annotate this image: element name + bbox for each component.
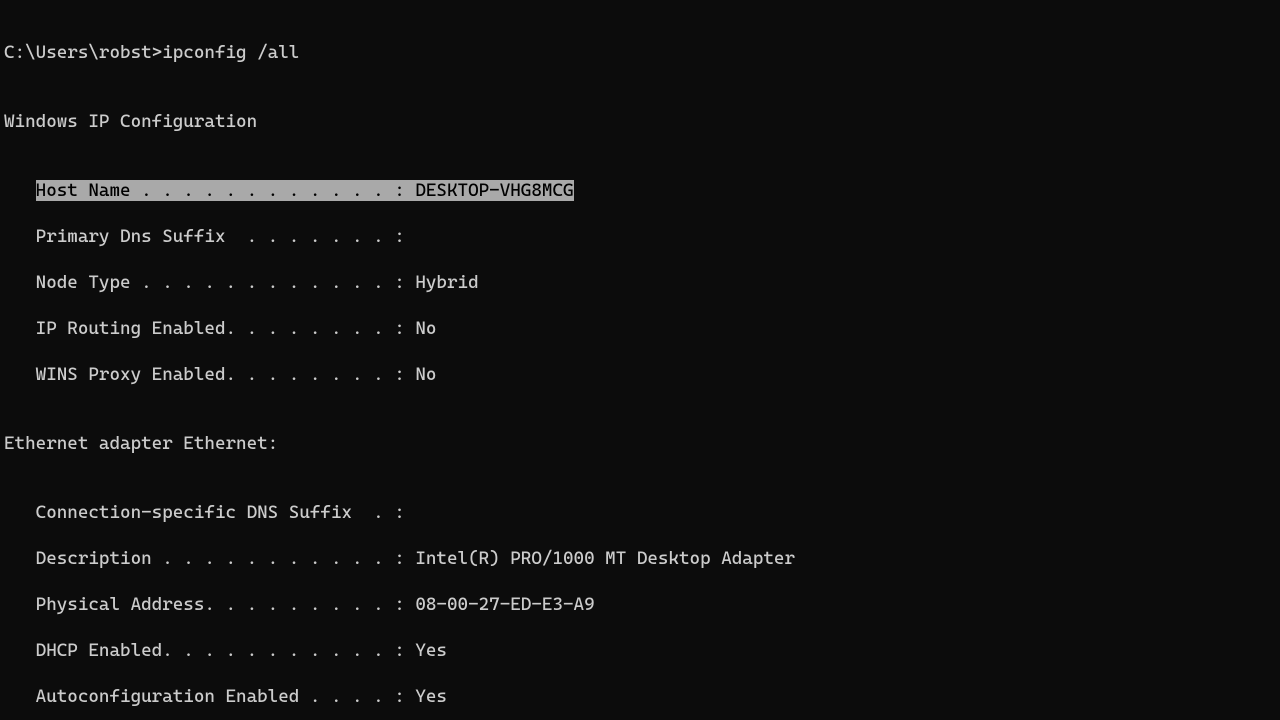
host-name-highlight: Host Name . . . . . . . . . . . . : DESK… [36,180,574,201]
prompt: C:\Users\robst> [4,42,162,63]
autoconfiguration-line: Autoconfiguration Enabled . . . . : Yes [4,685,1276,708]
host-name-line: Host Name . . . . . . . . . . . . : DESK… [4,179,1276,202]
ip-routing-line: IP Routing Enabled. . . . . . . . : No [4,317,1276,340]
prompt-line: C:\Users\robst>ipconfig /all [4,41,1276,64]
conn-suffix-line: Connection-specific DNS Suffix . : [4,501,1276,524]
node-type-line: Node Type . . . . . . . . . . . . : Hybr… [4,271,1276,294]
terminal-output[interactable]: C:\Users\robst>ipconfig /all Windows IP … [0,0,1280,720]
section-header-ipconfig: Windows IP Configuration [4,110,1276,133]
primary-dns-suffix-line: Primary Dns Suffix . . . . . . . : [4,225,1276,248]
description-line: Description . . . . . . . . . . . : Inte… [4,547,1276,570]
section-header-ethernet: Ethernet adapter Ethernet: [4,432,1276,455]
command-text: ipconfig /all [162,42,299,63]
wins-proxy-line: WINS Proxy Enabled. . . . . . . . : No [4,363,1276,386]
physical-address-line: Physical Address. . . . . . . . . : 08-0… [4,593,1276,616]
dhcp-enabled-line: DHCP Enabled. . . . . . . . . . . : Yes [4,639,1276,662]
